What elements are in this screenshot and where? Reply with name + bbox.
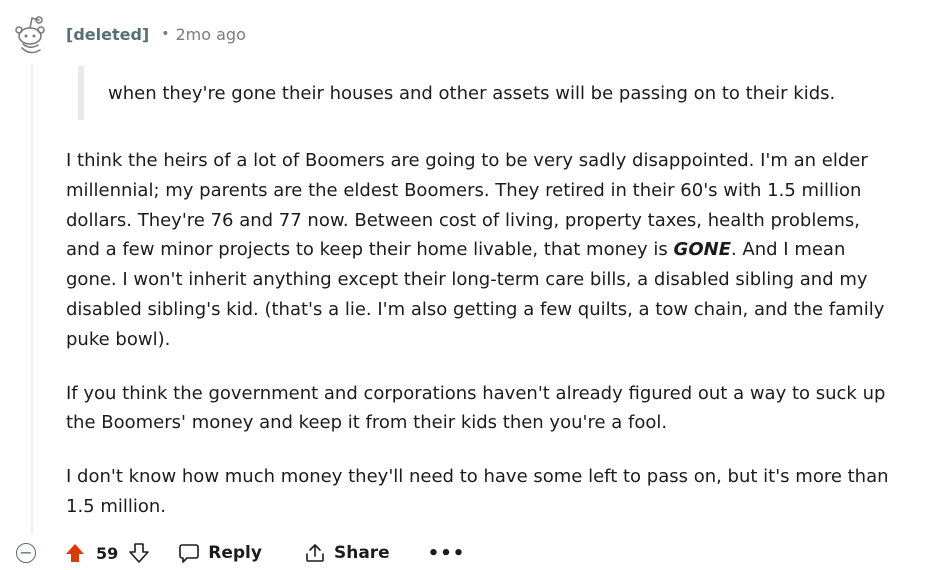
upvote-arrow-icon[interactable] xyxy=(64,542,86,564)
reply-button[interactable]: Reply xyxy=(178,542,262,564)
quote-text: when they're gone their houses and other… xyxy=(108,83,836,104)
vote-score: 59 xyxy=(96,543,119,563)
share-button[interactable]: Share xyxy=(304,542,390,564)
comment-body: I think the heirs of a lot of Boomers ar… xyxy=(66,146,896,546)
blockquote: when they're gone their houses and other… xyxy=(78,66,904,120)
comment-paragraph-1: I think the heirs of a lot of Boomers ar… xyxy=(66,146,896,355)
comment-actions: − 59 Reply Share ••• xyxy=(16,536,465,570)
share-label: Share xyxy=(333,543,390,563)
snoo-avatar-icon[interactable] xyxy=(8,12,52,56)
comment-paragraph-2: If you think the government and corporat… xyxy=(66,382,886,434)
share-icon xyxy=(304,542,326,564)
comment-timestamp[interactable]: 2mo ago xyxy=(175,25,245,44)
comment-paragraph-3: I don't know how much money they'll need… xyxy=(66,466,889,517)
collapse-thread-button[interactable]: − xyxy=(16,543,36,563)
speech-bubble-icon xyxy=(178,542,200,564)
thread-line[interactable] xyxy=(31,64,33,534)
minus-icon: − xyxy=(19,543,33,562)
reply-label: Reply xyxy=(208,543,262,563)
ellipsis-icon[interactable]: ••• xyxy=(428,543,466,564)
emphasis-text: GONE xyxy=(673,239,731,261)
vote-controls: 59 xyxy=(64,542,150,564)
meta-separator: • xyxy=(161,26,170,42)
downvote-arrow-icon[interactable] xyxy=(128,542,150,564)
comment-author[interactable]: [deleted] xyxy=(66,25,149,44)
comment-header: [deleted] • 2mo ago xyxy=(66,22,246,46)
